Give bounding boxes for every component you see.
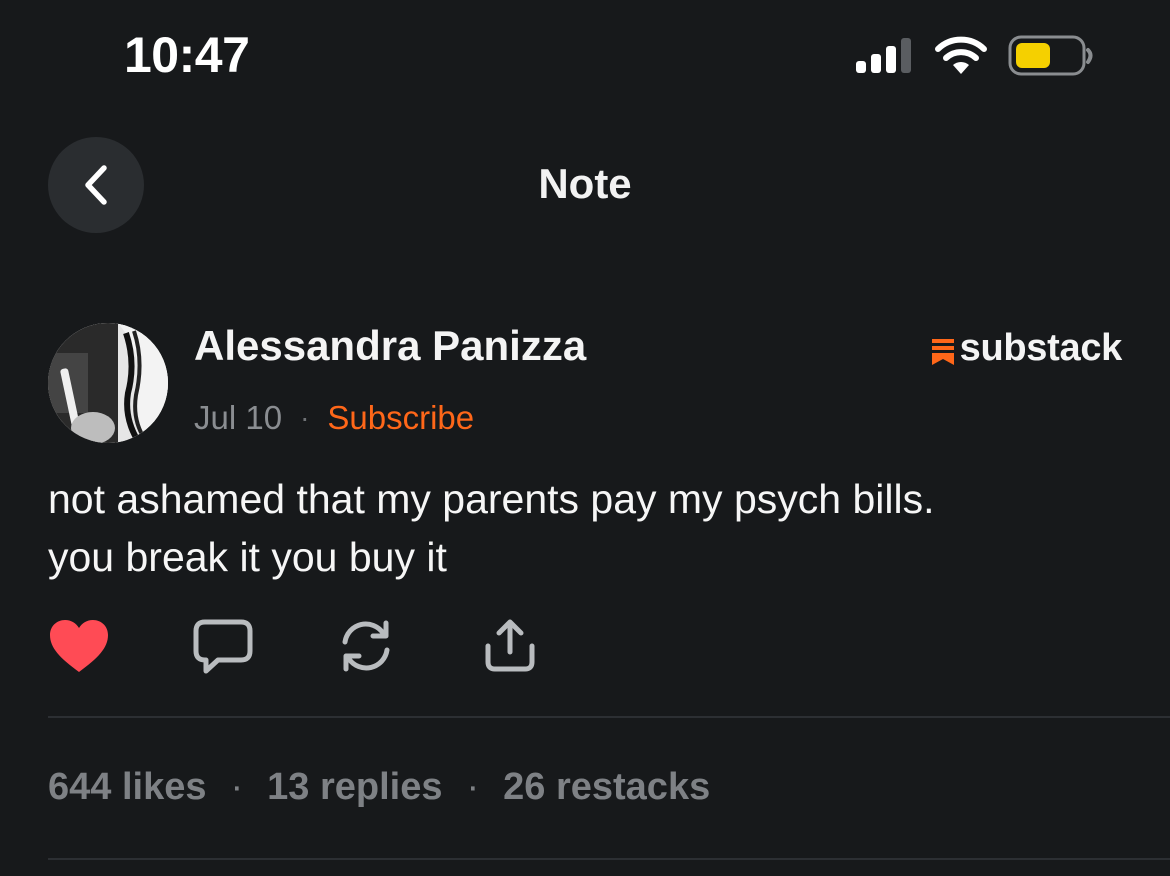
likes-count[interactable]: 644 likes bbox=[48, 766, 206, 809]
note-screen: 10:47 Note Alessandra Panizza Jul 10 · S… bbox=[0, 0, 1170, 876]
page-title: Note bbox=[538, 160, 632, 207]
substack-mark-icon bbox=[931, 338, 954, 365]
note-date: Jul 10 bbox=[194, 399, 283, 436]
meta-separator: · bbox=[300, 402, 310, 433]
note-stats: 644 likes · 13 replies · 26 restacks bbox=[48, 766, 710, 809]
status-time: 10:47 bbox=[124, 27, 250, 83]
battery-icon bbox=[1008, 35, 1093, 76]
note-line: you break it you buy it bbox=[48, 534, 447, 580]
share-icon[interactable] bbox=[480, 618, 540, 674]
note-text: not ashamed that my parents pay my psych… bbox=[48, 470, 1128, 586]
restack-icon[interactable] bbox=[336, 618, 396, 674]
subscribe-link[interactable]: Subscribe bbox=[327, 399, 474, 437]
comment-icon[interactable] bbox=[192, 618, 254, 676]
restacks-count[interactable]: 26 restacks bbox=[503, 766, 710, 809]
divider bbox=[48, 716, 1170, 718]
stats-separator: · bbox=[466, 766, 480, 808]
substack-wordmark: substack bbox=[959, 327, 1123, 369]
note-line: not ashamed that my parents pay my psych… bbox=[48, 476, 935, 522]
avatar-photo bbox=[48, 323, 168, 443]
heart-icon[interactable] bbox=[48, 618, 110, 674]
avatar[interactable] bbox=[48, 323, 168, 443]
stats-separator: · bbox=[230, 766, 244, 808]
author-name[interactable]: Alessandra Panizza bbox=[194, 322, 586, 370]
substack-logo: substack bbox=[931, 327, 1123, 370]
cellular-signal-icon bbox=[856, 38, 911, 73]
replies-count[interactable]: 13 replies bbox=[267, 766, 442, 809]
divider bbox=[48, 858, 1170, 860]
wifi-icon bbox=[935, 36, 987, 74]
note-meta: Jul 10 · Subscribe bbox=[194, 399, 474, 437]
